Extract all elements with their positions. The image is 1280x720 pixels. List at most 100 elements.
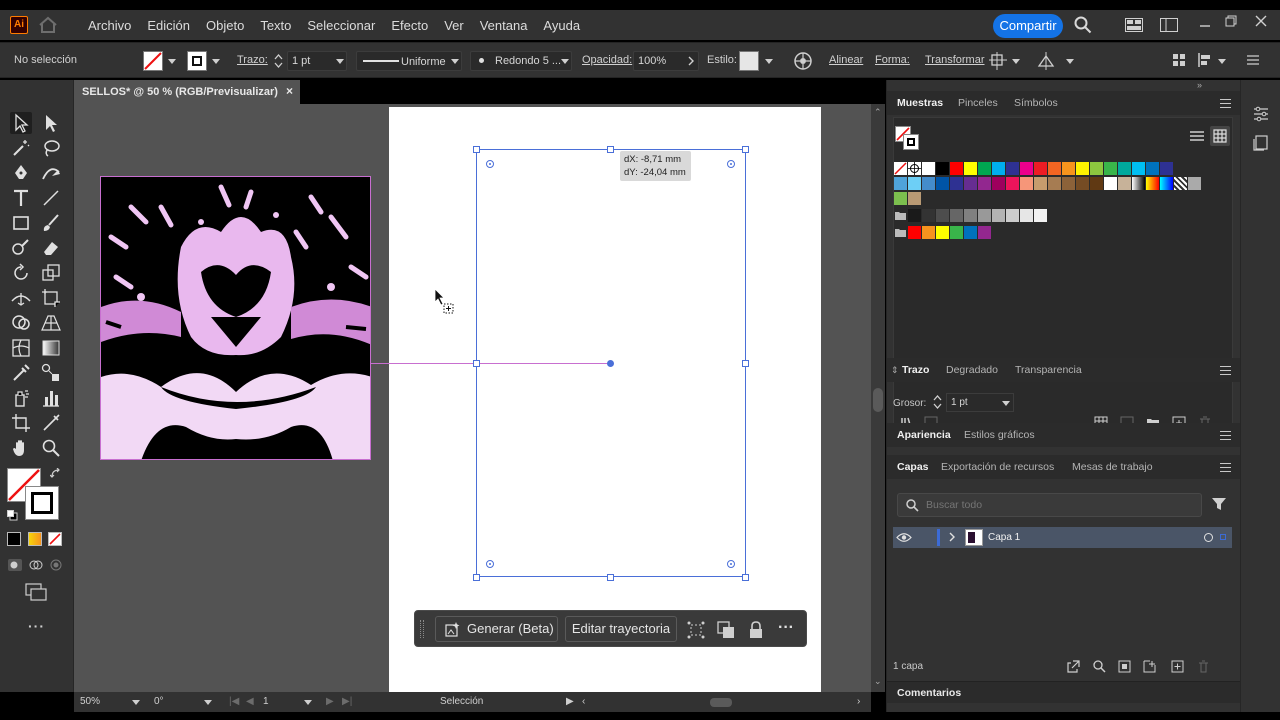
draw-normal-icon[interactable] xyxy=(7,558,23,572)
perspective-grid-tool-icon[interactable] xyxy=(40,312,62,334)
color-swatch[interactable] xyxy=(1048,162,1061,175)
stroke-stepper-icon[interactable] xyxy=(274,53,283,69)
puppet-dropdown-icon[interactable] xyxy=(1066,59,1074,64)
rectangle-tool-icon[interactable] xyxy=(10,212,32,234)
edit-toolbar-icon[interactable]: ··· xyxy=(28,618,45,634)
rotate-tool-icon[interactable] xyxy=(10,262,32,284)
color-swatch[interactable] xyxy=(1104,162,1117,175)
color-swatch[interactable] xyxy=(1090,177,1103,190)
close-document-icon[interactable]: × xyxy=(286,84,293,98)
opacity-field[interactable]: 100% xyxy=(633,51,699,71)
home-icon[interactable] xyxy=(38,16,58,34)
color-swatch[interactable] xyxy=(922,162,935,175)
handle-top-right[interactable] xyxy=(742,146,749,153)
expand-layer-icon[interactable] xyxy=(948,532,956,542)
scale-tool-icon[interactable] xyxy=(40,262,62,284)
stroke-dropdown-icon[interactable] xyxy=(212,59,220,64)
arrange-documents-icon[interactable] xyxy=(1160,18,1178,32)
color-swatch[interactable] xyxy=(1118,177,1131,190)
delete-layer-icon[interactable] xyxy=(1197,660,1210,673)
transform-link[interactable]: Transformar xyxy=(925,54,985,66)
menu-objeto[interactable]: Objeto xyxy=(198,18,252,33)
new-layer-icon[interactable] xyxy=(1171,660,1184,673)
variable-width-profile[interactable]: Uniforme xyxy=(356,51,462,71)
drag-handle[interactable] xyxy=(420,620,424,638)
color-swatch[interactable] xyxy=(1062,177,1075,190)
restore-icon[interactable] xyxy=(1224,14,1238,28)
direct-selection-tool-icon[interactable] xyxy=(40,112,62,134)
color-swatch[interactable] xyxy=(922,226,935,239)
color-swatch[interactable] xyxy=(908,209,921,222)
color-swatch[interactable] xyxy=(1020,209,1033,222)
color-swatch[interactable] xyxy=(1118,162,1131,175)
paintbrush-tool-icon[interactable] xyxy=(40,212,62,234)
fill-dropdown-icon[interactable] xyxy=(168,59,176,64)
color-swatch[interactable] xyxy=(1020,177,1033,190)
layers-search-field[interactable] xyxy=(897,493,1202,517)
list-view-icon[interactable] xyxy=(1190,130,1204,142)
comments-panel[interactable]: Comentarios xyxy=(887,681,1241,703)
layer-name[interactable]: Capa 1 xyxy=(988,532,1020,543)
swatch-pattern-tan[interactable] xyxy=(908,192,921,205)
handle-middle-right[interactable] xyxy=(742,360,749,367)
tab-artboards[interactable]: Mesas de trabajo xyxy=(1072,461,1153,473)
swatch-pattern-green[interactable] xyxy=(894,192,907,205)
stroke-swatch[interactable] xyxy=(187,51,207,71)
style-dropdown-icon[interactable] xyxy=(765,59,773,64)
tab-layers[interactable]: Capas xyxy=(897,461,929,473)
swatch-registration[interactable] xyxy=(908,162,921,175)
color-swatch[interactable] xyxy=(964,177,977,190)
swatch-cyan[interactable] xyxy=(894,177,907,190)
artboard-tool-icon[interactable] xyxy=(10,412,32,434)
shape-builder-tool-icon[interactable] xyxy=(10,312,32,334)
align-link[interactable]: Alinear xyxy=(829,54,863,66)
corner-widget-bl[interactable] xyxy=(486,560,494,568)
folder-icon[interactable] xyxy=(894,209,907,222)
target-circle-icon[interactable] xyxy=(1204,533,1213,542)
color-swatch[interactable] xyxy=(964,162,977,175)
slice-tool-icon[interactable] xyxy=(40,412,62,434)
horizontal-scroll-thumb[interactable] xyxy=(710,698,732,707)
filter-icon[interactable] xyxy=(1212,497,1226,511)
color-swatch[interactable] xyxy=(950,177,963,190)
color-swatch[interactable] xyxy=(1146,162,1159,175)
tab-stroke[interactable]: Trazo xyxy=(902,364,929,376)
corner-widget-br[interactable] xyxy=(727,560,735,568)
layers-search-input[interactable] xyxy=(926,497,1196,513)
free-transform-tool-icon[interactable] xyxy=(40,287,62,309)
color-swatch[interactable] xyxy=(950,226,963,239)
tab-asset-export[interactable]: Exportación de recursos xyxy=(941,461,1054,473)
none-mode-button[interactable] xyxy=(48,532,62,546)
color-swatch[interactable] xyxy=(992,162,1005,175)
scroll-right-icon[interactable]: › xyxy=(857,696,860,707)
color-swatch[interactable] xyxy=(908,177,921,190)
search-icon[interactable] xyxy=(1074,16,1092,34)
vertical-scrollbar[interactable]: ⌃ ⌄ xyxy=(871,104,885,692)
tab-graphic-styles[interactable]: Estilos gráficos xyxy=(964,429,1035,441)
color-swatch[interactable] xyxy=(1104,177,1117,190)
hand-tool-icon[interactable] xyxy=(10,437,32,459)
libraries-panel-icon[interactable] xyxy=(1253,135,1269,151)
arrange-icon[interactable] xyxy=(1172,53,1186,67)
eyedropper-tool-icon[interactable] xyxy=(10,362,32,384)
workspace-switcher-icon[interactable] xyxy=(1125,18,1143,32)
visibility-eye-icon[interactable] xyxy=(896,532,912,543)
close-window-icon[interactable] xyxy=(1254,14,1268,28)
tab-brushes[interactable]: Pinceles xyxy=(958,97,998,109)
handle-bottom-middle[interactable] xyxy=(607,574,614,581)
color-swatch[interactable] xyxy=(1034,162,1047,175)
control-menu-icon[interactable] xyxy=(1247,54,1259,66)
brush-definition[interactable]: Redondo 5 ... xyxy=(470,51,572,71)
menu-texto[interactable]: Texto xyxy=(252,18,299,33)
mesh-tool-icon[interactable] xyxy=(10,337,32,359)
shaper-tool-icon[interactable] xyxy=(10,237,32,259)
draw-behind-icon[interactable] xyxy=(28,558,44,572)
gradient-tool-icon[interactable] xyxy=(40,337,62,359)
grid-view-icon[interactable] xyxy=(1210,126,1230,146)
color-swatch[interactable] xyxy=(936,226,949,239)
swatch-none[interactable] xyxy=(894,162,907,175)
menu-ver[interactable]: Ver xyxy=(436,18,472,33)
color-swatch[interactable] xyxy=(936,177,949,190)
edit-path-button[interactable]: Editar trayectoria xyxy=(565,616,677,642)
last-artboard-icon[interactable]: ▶| xyxy=(342,696,352,707)
